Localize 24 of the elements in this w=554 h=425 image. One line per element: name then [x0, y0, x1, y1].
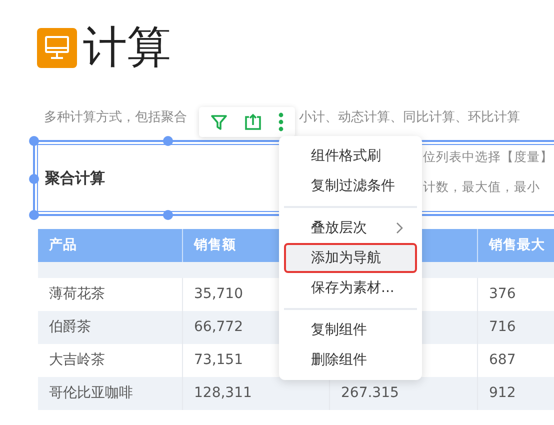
menu-item[interactable]: 添加为导航 [284, 243, 417, 273]
resize-handle[interactable] [29, 136, 39, 146]
page-title: 计算 [83, 26, 171, 70]
component-text: 计数，最大值，最小 [423, 178, 541, 196]
more-icon[interactable] [278, 112, 284, 132]
resize-handle[interactable] [163, 136, 173, 146]
resize-handle[interactable] [29, 174, 39, 184]
monitor-icon [37, 28, 77, 68]
description-text: 多种计算方式，包括聚合 [44, 109, 187, 127]
table-cell: 哥伦比亚咖啡 [38, 377, 183, 410]
column-header: 销售最大 [488, 236, 546, 256]
table-cell-text: 716 [488, 318, 517, 337]
filter-icon[interactable] [210, 113, 228, 131]
export-icon[interactable] [242, 112, 263, 132]
resize-handle[interactable] [29, 210, 39, 220]
description-text: 小计、动态计算、同比计算、环比计算 [299, 109, 520, 127]
table-cell-text: 912 [488, 384, 517, 403]
menu-item[interactable]: 复制过滤条件 [284, 171, 417, 201]
table-cell-text: 687 [488, 351, 517, 370]
resize-handle[interactable] [163, 210, 173, 220]
component-text: 位列表中选择【度量】 [423, 148, 553, 166]
table-cell-text: 376 [488, 285, 517, 304]
menu-item[interactable]: 组件格式刷 [284, 141, 417, 171]
component-title: 聚合计算 [45, 168, 105, 189]
